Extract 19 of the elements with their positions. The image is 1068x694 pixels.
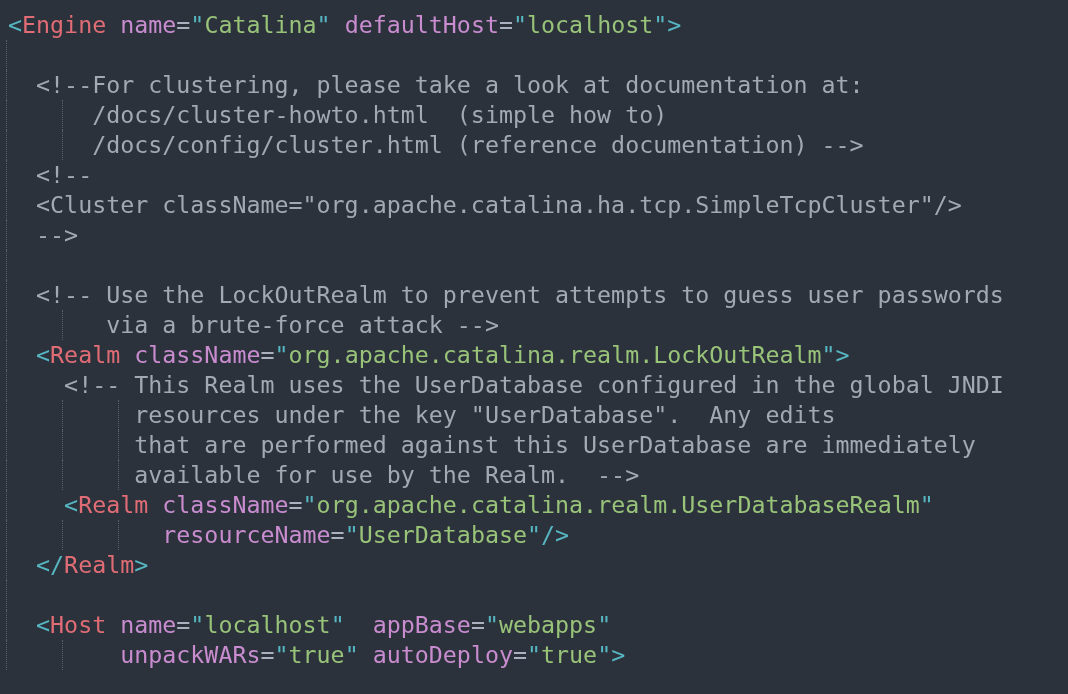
- code-line: </Realm>: [35, 550, 149, 580]
- code-line: <!--For clustering, please take a look at documentation at:: [35, 70, 864, 100]
- code-line: <!--: [35, 160, 93, 190]
- code-line: unpackWARs="true" autoDeploy="true">: [119, 640, 626, 670]
- code-line: via a brute-force attack -->: [105, 310, 499, 340]
- code-line: -->: [35, 220, 79, 250]
- code-line: <!-- Use the LockOutRealm to prevent attempts to guess user passwords: [35, 280, 1004, 310]
- code-line: resourceName="UserDatabase"/>: [161, 520, 570, 550]
- code-line: <!-- This Realm uses the UserDatabase configured in the global JNDI: [63, 370, 1004, 400]
- code-line: <Engine name="Catalina" defaultHost="localhost">: [8, 10, 682, 40]
- code-line: <Cluster className="org.apache.catalina.ha.tcp.SimpleTcpCluster"/>: [35, 190, 962, 220]
- code-line: /docs/cluster-howto.html (simple how to): [91, 100, 668, 130]
- code-line: resources under the key "UserDatabase". Any edits: [133, 400, 836, 430]
- code-line: available for use by the Realm. -->: [133, 460, 640, 490]
- code-line: that are performed against this UserDatabase are immediately: [133, 430, 976, 460]
- code-line: /docs/config/cluster.html (reference documentation) -->: [91, 130, 864, 160]
- code-line: <Host name="localhost" appBase="webapps": [35, 610, 612, 640]
- code-line: <Realm className="org.apache.catalina.realm.LockOutRealm">: [35, 340, 850, 370]
- code-line: <Realm className="org.apache.catalina.realm.UserDatabaseRealm": [63, 490, 934, 520]
